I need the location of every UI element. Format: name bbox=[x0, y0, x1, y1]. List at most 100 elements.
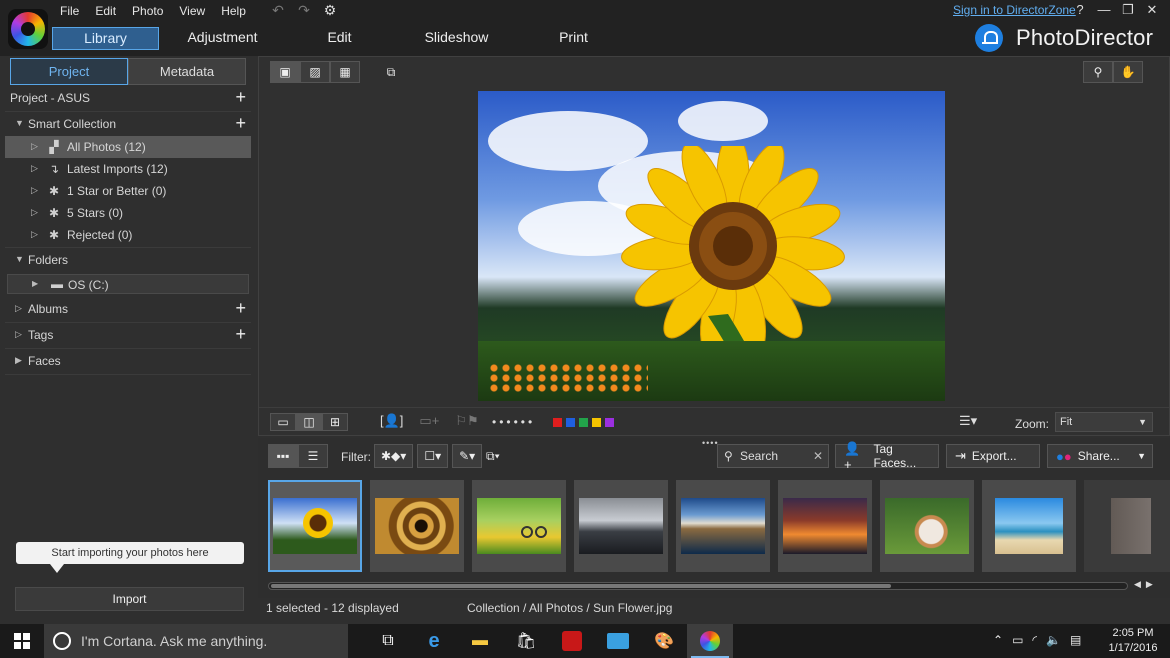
rating-dots[interactable]: •••••• bbox=[492, 415, 535, 429]
tab-slideshow[interactable]: Slideshow bbox=[403, 27, 510, 50]
menu-view[interactable]: View bbox=[179, 4, 205, 18]
restore-button[interactable]: ❐ bbox=[1116, 2, 1140, 18]
add-smart-collection-icon[interactable]: + bbox=[235, 113, 246, 134]
red-app-icon[interactable] bbox=[549, 624, 595, 658]
paint-app-icon[interactable]: 🎨 bbox=[641, 624, 687, 658]
expand-arrow-icon[interactable]: ▶ bbox=[15, 355, 22, 366]
expand-arrow-icon[interactable]: ▶ bbox=[32, 279, 38, 288]
chevron-down-icon[interactable]: ▼ bbox=[1137, 451, 1146, 461]
faces-header[interactable]: Faces bbox=[28, 354, 61, 368]
scroll-right-icon[interactable]: ▶ bbox=[1146, 579, 1158, 589]
windows-start-icon[interactable] bbox=[14, 633, 30, 649]
help-button[interactable]: ? bbox=[1068, 2, 1092, 18]
clock[interactable]: 2:05 PM 1/17/2016 bbox=[1106, 626, 1160, 656]
volume-icon[interactable]: 🔈 bbox=[1046, 633, 1061, 647]
signin-link[interactable]: Sign in to DirectorZone bbox=[953, 3, 1076, 17]
expand-arrow-icon[interactable]: ▷ bbox=[31, 185, 38, 196]
clear-search-icon[interactable]: ✕ bbox=[813, 445, 823, 467]
add-region-icon[interactable]: ▭+ bbox=[419, 413, 439, 429]
add-album-icon[interactable]: + bbox=[235, 298, 246, 319]
tab-project[interactable]: Project bbox=[10, 58, 128, 85]
filmstrip-view-icon[interactable]: ▪▪▪ bbox=[268, 444, 298, 468]
search-input[interactable]: ⚲ Search ✕ bbox=[717, 444, 829, 468]
hand-tool-icon[interactable]: ✋ bbox=[1113, 61, 1143, 83]
import-button[interactable]: Import bbox=[15, 587, 244, 611]
thumbnail-spiral-staircase[interactable] bbox=[370, 480, 464, 572]
color-label-yellow[interactable] bbox=[592, 418, 601, 427]
collection-item[interactable]: ▷ ✱ 1 Star or Better (0) bbox=[5, 180, 251, 202]
filter-flag-dropdown[interactable]: ☐▾ bbox=[417, 444, 449, 468]
tags-header[interactable]: Tags bbox=[28, 328, 53, 342]
browser-viewer-mode-icon[interactable]: ▣ bbox=[270, 61, 300, 83]
expand-arrow-icon[interactable]: ▷ bbox=[31, 163, 38, 174]
albums-header[interactable]: Albums bbox=[28, 302, 68, 316]
collection-item[interactable]: ▷ ▞ All Photos (12) bbox=[5, 136, 251, 158]
add-tag-icon[interactable]: + bbox=[235, 324, 246, 345]
expand-arrow-icon[interactable]: ▷ bbox=[15, 329, 22, 340]
file-explorer-icon[interactable]: ▬ bbox=[457, 624, 503, 658]
thumbnail-sunset-clouds[interactable] bbox=[778, 480, 872, 572]
tab-metadata[interactable]: Metadata bbox=[128, 58, 246, 85]
expand-arrow-icon[interactable]: ▷ bbox=[31, 229, 38, 240]
scrollbar-thumb[interactable] bbox=[271, 584, 891, 588]
second-display-icon[interactable]: ⧉ bbox=[376, 61, 406, 83]
tab-edit[interactable]: Edit bbox=[286, 27, 393, 50]
color-label-purple[interactable] bbox=[605, 418, 614, 427]
export-button[interactable]: ⇥ Export... bbox=[946, 444, 1040, 468]
collection-item[interactable]: ▷ ✱ 5 Stars (0) bbox=[5, 202, 251, 224]
tab-library[interactable]: Library bbox=[52, 27, 159, 50]
flag-icon[interactable]: ⚐⚑ bbox=[455, 413, 478, 429]
wifi-icon[interactable]: ◜ bbox=[1032, 633, 1037, 647]
menu-photo[interactable]: Photo bbox=[132, 4, 163, 18]
grid-mode-icon[interactable]: ▦ bbox=[330, 61, 360, 83]
collapse-arrow-icon[interactable]: ▼ bbox=[15, 254, 24, 264]
task-view-icon[interactable]: ⧉ bbox=[365, 624, 411, 658]
thumbnail-portrait[interactable] bbox=[1084, 480, 1170, 572]
scroll-left-icon[interactable]: ◀ bbox=[1134, 579, 1146, 589]
zoom-tool-icon[interactable]: ⚲ bbox=[1083, 61, 1113, 83]
expand-arrow-icon[interactable]: ▷ bbox=[15, 303, 22, 314]
redo-icon[interactable]: ↷ bbox=[296, 2, 312, 19]
face-detect-icon[interactable]: [👤] bbox=[380, 413, 403, 429]
expand-arrow-icon[interactable]: ▷ bbox=[31, 207, 38, 218]
color-label-red[interactable] bbox=[553, 418, 562, 427]
viewer-only-mode-icon[interactable]: ▨ bbox=[300, 61, 330, 83]
smart-collection-header[interactable]: Smart Collection bbox=[28, 117, 116, 131]
filter-rating-dropdown[interactable]: ✱◆▾ bbox=[374, 444, 414, 468]
thumbnail-scrollbar[interactable] bbox=[268, 582, 1128, 590]
photodirector-taskbar-icon[interactable] bbox=[687, 624, 733, 658]
notification-bell-icon[interactable] bbox=[975, 24, 1003, 52]
thumbnail-pier-sunset[interactable] bbox=[574, 480, 668, 572]
undo-icon[interactable]: ↶ bbox=[270, 2, 286, 19]
compare-view-icon[interactable]: ◫ bbox=[296, 413, 322, 431]
battery-icon[interactable]: ▭ bbox=[1012, 633, 1023, 647]
folder-item[interactable]: ▶ ▬ OS (C:) bbox=[7, 274, 249, 294]
tag-faces-button[interactable]: 👤+ Tag Faces... bbox=[835, 441, 939, 472]
thumbnail-beach-couple[interactable] bbox=[982, 480, 1076, 572]
menu-file[interactable]: File bbox=[60, 4, 79, 18]
thumbnail-cat-grass[interactable] bbox=[880, 480, 974, 572]
color-label-blue[interactable] bbox=[566, 418, 575, 427]
menu-edit[interactable]: Edit bbox=[95, 4, 116, 18]
collection-item[interactable]: ▷ ✱ Rejected (0) bbox=[5, 224, 251, 248]
chevron-up-icon[interactable]: ⌃ bbox=[993, 633, 1003, 647]
collection-item[interactable]: ▷ ↴ Latest Imports (12) bbox=[5, 158, 251, 180]
minimize-button[interactable]: — bbox=[1092, 2, 1116, 18]
thumbnail-mountain-lake[interactable] bbox=[676, 480, 770, 572]
store-icon[interactable]: 🛍 bbox=[503, 624, 549, 658]
folders-header[interactable]: Folders bbox=[28, 253, 68, 267]
notifications-icon[interactable]: ▤ bbox=[1070, 633, 1081, 647]
expand-arrow-icon[interactable]: ▷ bbox=[31, 141, 38, 152]
share-button[interactable]: ●● Share... ▼ bbox=[1047, 444, 1153, 468]
add-project-icon[interactable]: + bbox=[235, 87, 246, 108]
thumbnail-sunflower[interactable] bbox=[268, 480, 362, 572]
filter-edit-dropdown[interactable]: ✎▾ bbox=[452, 444, 483, 468]
color-label-green[interactable] bbox=[579, 418, 588, 427]
list-view-icon[interactable]: ☰ bbox=[298, 444, 328, 468]
stack-dropdown[interactable]: ⧉▾ bbox=[480, 444, 506, 468]
tab-print[interactable]: Print bbox=[520, 27, 627, 50]
menu-help[interactable]: Help bbox=[221, 4, 246, 18]
edge-browser-icon[interactable]: e bbox=[411, 624, 457, 658]
media-app-icon[interactable] bbox=[595, 624, 641, 658]
cortana-search-box[interactable]: I'm Cortana. Ask me anything. bbox=[44, 624, 348, 658]
